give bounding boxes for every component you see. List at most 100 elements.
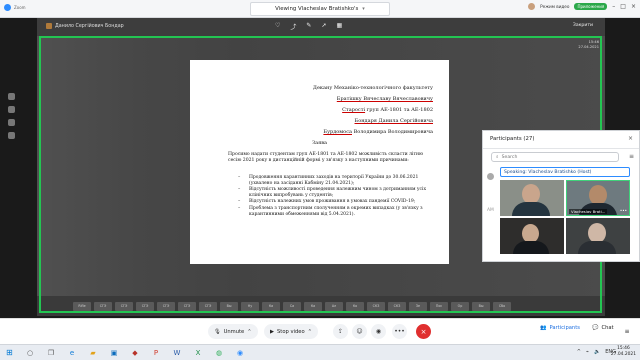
participant-body xyxy=(578,241,616,254)
more-icon[interactable]: ••• xyxy=(620,208,627,213)
shared-taskbar-item: Вы xyxy=(472,301,490,311)
shared-taskbar-item: Ал xyxy=(325,301,343,311)
more-icon: ••• xyxy=(394,328,405,335)
chevron-up-icon[interactable]: ^ xyxy=(577,349,581,355)
annotation-toolbar: Данило Сергійович Бондар ♡ ⤴ ✎ ➚ ▦ Закри… xyxy=(37,18,605,36)
shared-taskbar-item: СГЭ xyxy=(136,301,154,311)
participants-title: Participants (27) xyxy=(490,136,535,142)
stop-video-button[interactable]: ▶ Stop video ⌃ xyxy=(264,324,318,339)
share-icon[interactable]: ⤴ xyxy=(290,22,296,31)
people-icon[interactable] xyxy=(8,119,15,126)
camera-icon[interactable] xyxy=(8,93,15,100)
chat-icon: 💬 xyxy=(592,325,599,331)
edge-icon[interactable]: e xyxy=(66,347,78,359)
clock-date: 27.04.2021 xyxy=(610,352,636,357)
maximize-icon[interactable]: □ xyxy=(620,3,626,10)
shared-taskbar-item: Вы xyxy=(220,301,238,311)
folder-icon[interactable]: ▰ xyxy=(87,347,99,359)
menu-icon: ≡ xyxy=(624,327,630,335)
shared-taskbar-item: Ор xyxy=(451,301,469,311)
unmute-label: Unmute xyxy=(223,328,245,335)
apps-button[interactable]: Приложения xyxy=(574,3,608,10)
taskbar-apps: ○ ❐ e ▰ ▣ ◆ P W X ◍ ◉ xyxy=(24,347,246,359)
search-icon[interactable]: ○ xyxy=(24,347,36,359)
excel-icon[interactable]: X xyxy=(192,347,204,359)
shared-taskbar-item: Зе xyxy=(409,301,427,311)
arrow-icon[interactable]: ➚ xyxy=(321,22,326,31)
participants-button[interactable]: 👥 Participants xyxy=(540,325,580,331)
powerpoint-icon[interactable]: P xyxy=(150,347,162,359)
pen-icon[interactable]: ✎ xyxy=(306,22,311,31)
chat-label: Chat xyxy=(601,325,614,331)
reactions-button[interactable]: ☺ xyxy=(352,324,367,339)
sort-icon[interactable]: ≡ xyxy=(629,153,634,160)
people-icon: 👥 xyxy=(540,325,547,331)
shared-taskbar-item: СГЭ xyxy=(178,301,196,311)
share-view-tab[interactable]: Viewing Vlacheslav Bratishko's ▾ xyxy=(250,2,390,16)
titlebar-right: Режим видео Приложения – □ × xyxy=(528,3,636,10)
chrome-icon[interactable]: ◍ xyxy=(213,347,225,359)
doc-heading: Заява xyxy=(311,140,328,146)
menu-button[interactable]: ≡ xyxy=(621,325,633,337)
record-icon: ◉ xyxy=(375,328,382,335)
search-placeholder: Search xyxy=(501,154,518,160)
chat-button[interactable]: 💬 Chat xyxy=(592,325,614,331)
shared-taskbar: Rifle СГЭ СГЭ СГЭ СГЭ СГЭ СГЭ Вы Ну Ка Са Ка Ал Ко СКЗ… xyxy=(37,296,605,316)
doc-line5-part2: Володимира Володимировича xyxy=(351,129,433,135)
chevron-down-icon[interactable]: ▾ xyxy=(362,6,365,12)
search-input[interactable]: ⌕ Search xyxy=(491,152,619,162)
chat-icon[interactable] xyxy=(8,106,15,113)
shared-taskbar-item: Сбо xyxy=(493,301,511,311)
grid-icon[interactable]: ▦ xyxy=(336,22,342,31)
smile-icon: ☺ xyxy=(356,328,363,335)
doc-bullet: Відсутність можливості проведення належн… xyxy=(238,187,432,198)
zoom-icon[interactable]: ◉ xyxy=(234,347,246,359)
doc-line4-text: Бондаря Данила Сергійовича xyxy=(354,118,433,124)
record-button[interactable]: ◉ xyxy=(371,324,386,339)
heart-icon[interactable]: ♡ xyxy=(275,22,280,31)
task-view-icon[interactable]: ❐ xyxy=(45,347,57,359)
store-icon[interactable]: ▣ xyxy=(108,347,120,359)
shared-clock: 15:46 27.04.2021 xyxy=(578,40,599,50)
video-tile[interactable] xyxy=(500,218,564,254)
view-mode-label[interactable]: Режим видео xyxy=(540,4,569,9)
doc-bullet: Продовження карантинних заходів на терит… xyxy=(238,175,432,186)
more-button[interactable]: ••• xyxy=(392,324,407,339)
share-screen-button[interactable]: ⇪ xyxy=(333,324,348,339)
shared-taskbar-item: Ко xyxy=(346,301,364,311)
close-annotation-button[interactable]: Закрити xyxy=(573,23,593,28)
chevron-up-icon[interactable]: ⌃ xyxy=(308,329,312,335)
search-icon: ⌕ xyxy=(496,155,499,160)
doc-bullet: Відсутність належних умов проживання в у… xyxy=(238,199,432,205)
doc-sender-name1: Бондаря Данила Сергійовича xyxy=(355,118,433,124)
system-clock[interactable]: 15:46 27.04.2021 xyxy=(611,346,636,358)
video-tile[interactable] xyxy=(566,218,630,254)
avatar[interactable] xyxy=(528,3,536,10)
unmute-button[interactable]: 🎙 Unmute ⌃ xyxy=(208,324,258,339)
share-screen-icon: ⇪ xyxy=(337,328,344,335)
close-icon[interactable]: × xyxy=(628,135,633,142)
shared-taskbar-item: СГЭ xyxy=(115,301,133,311)
acrobat-icon[interactable]: ◆ xyxy=(129,347,141,359)
shared-taskbar-item: СГЭ xyxy=(199,301,217,311)
close-icon[interactable]: × xyxy=(631,3,636,10)
participants-header: Participants (27) × xyxy=(483,131,639,149)
minimize-icon[interactable]: – xyxy=(612,3,615,10)
participant-head xyxy=(522,184,540,204)
video-tile[interactable] xyxy=(500,180,564,216)
windows-start-icon[interactable]: ⊞ xyxy=(6,348,13,357)
leave-button[interactable]: × xyxy=(416,324,431,339)
participant-body xyxy=(513,241,549,254)
network-icon[interactable]: ⌁ xyxy=(586,349,589,355)
shared-taskbar-item: Са xyxy=(283,301,301,311)
presenter-name: Данило Сергійович Бондар xyxy=(55,23,124,29)
chevron-up-icon[interactable]: ⌃ xyxy=(247,329,251,335)
doc-paragraph: Просимо надати студентам груп АЕ-1801 та… xyxy=(228,152,424,163)
volume-icon[interactable]: 🔈 xyxy=(594,349,600,355)
doc-sender-role: Старості груп АЕ-1801 та АЕ-1802 xyxy=(342,107,433,113)
video-tile-active[interactable]: Vlacheslav Brati... ••• xyxy=(566,180,630,216)
calendar-icon[interactable] xyxy=(8,132,15,139)
document-page: Декану Механіко-технологічного факультет… xyxy=(190,60,449,264)
word-icon[interactable]: W xyxy=(171,347,183,359)
participant-head xyxy=(589,185,607,205)
